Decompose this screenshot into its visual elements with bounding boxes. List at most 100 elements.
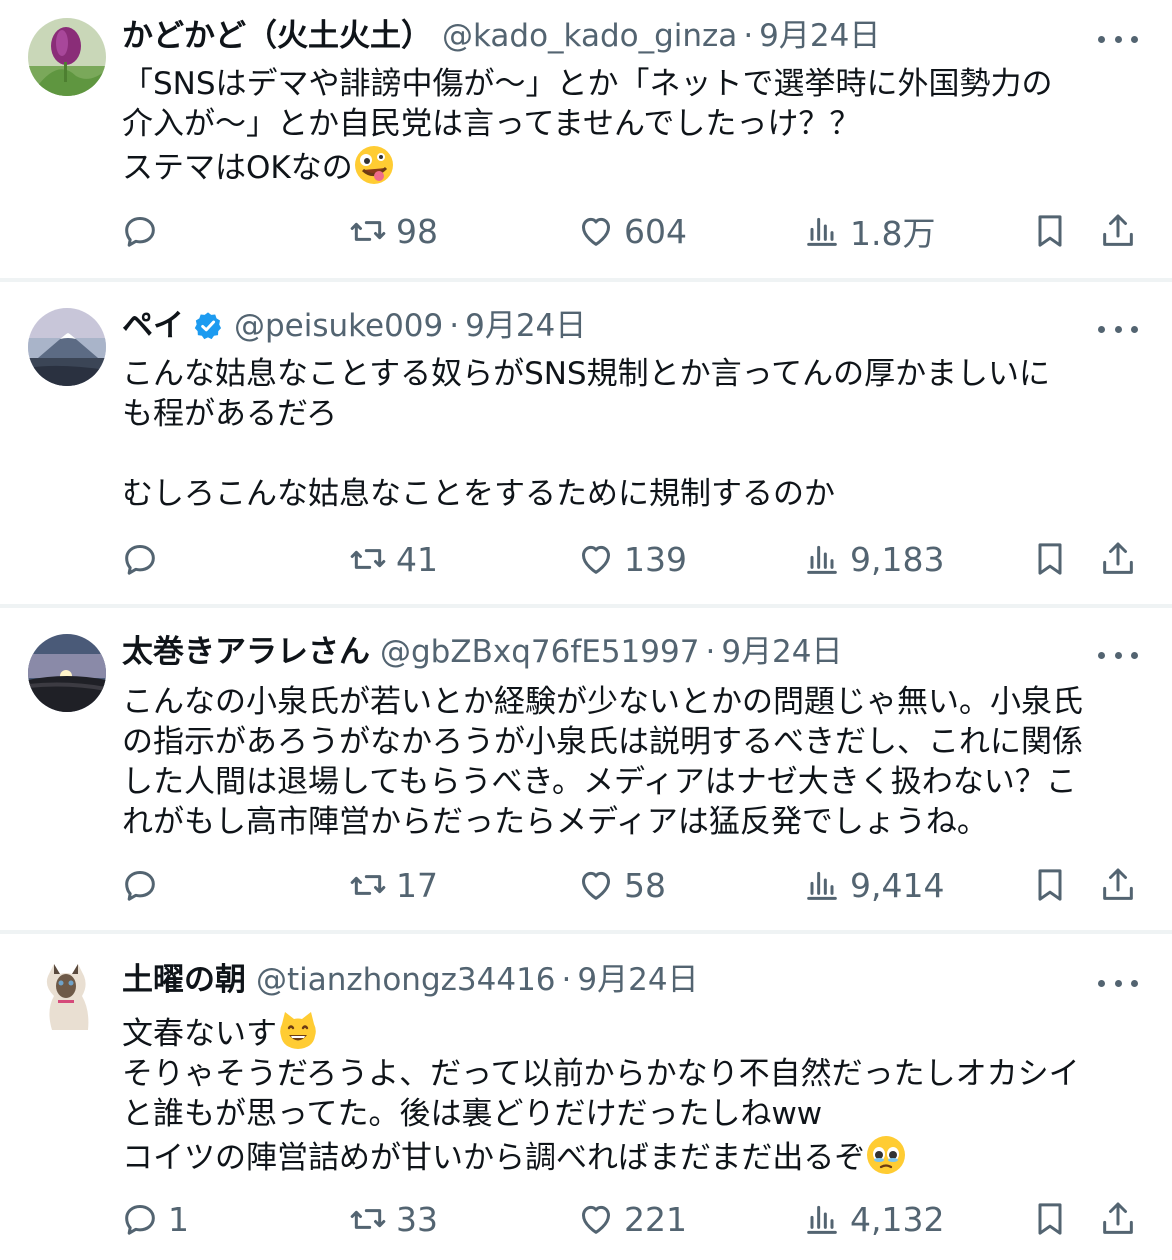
avatar-image [28,960,106,1038]
repost-count: 41 [396,539,438,579]
post-date[interactable]: 9月24日 [577,958,698,1002]
author-handle[interactable]: @kado_kado_ginza [442,14,737,58]
avatar[interactable] [28,308,106,386]
heart-icon [582,871,610,900]
reply-icon [125,545,155,575]
bookmark-icon [1038,215,1062,247]
share-icon [1103,868,1133,900]
analytics-icon [807,1205,837,1234]
avatar[interactable] [28,960,106,1038]
post-line-text: コイツの陣営詰めが甘いから調べればまだまだ出るぞ [122,1140,866,1176]
post[interactable]: ペイ @peisuke009 · 9月24日 こんな姑息なことする奴らがSNS規… [0,282,1172,608]
share-button[interactable] [1098,862,1138,908]
share-icon [1103,542,1133,574]
views-button[interactable]: 1.8万 [802,208,935,254]
avatar[interactable] [28,18,106,96]
post-line: コイツの陣営詰めが甘いから調べればまだまだ出るぞ [122,1134,1152,1178]
repost-button[interactable]: 33 [348,1196,438,1242]
views-button[interactable]: 9,183 [802,536,944,582]
analytics-icon [807,871,837,900]
reply-button[interactable]: 1 [120,1196,189,1242]
zany-face-emoji-icon [354,146,393,184]
post-date[interactable]: 9月24日 [759,14,880,58]
grinning-cat-emoji-icon [280,1012,316,1049]
reply-button[interactable] [120,536,168,582]
post-line: 文春ないす [122,1010,1152,1054]
post-line: の指示があろうがなかろうが小泉氏は説明するべきだし、これに関係 [122,724,1083,760]
post-line-text: 文春ないす [122,1016,277,1052]
bookmark-icon [1038,1203,1062,1235]
post-date[interactable]: 9月24日 [721,630,842,674]
repost-button[interactable]: 17 [348,862,438,908]
repost-count: 98 [396,211,438,251]
post[interactable]: 土曜の朝 @tianzhongz34416 · 9月24日 文春ないす そりゃそ… [0,934,1172,1260]
avatar[interactable] [28,634,106,712]
action-bar: 41 139 9,183 [0,536,1172,582]
bookmark-button[interactable] [1030,208,1070,254]
views-button[interactable]: 9,414 [802,862,944,908]
author-handle[interactable]: @peisuke009 [234,304,443,348]
author-handle[interactable]: @tianzhongz34416 [256,958,556,1002]
avatar-image [28,18,106,96]
post-date[interactable]: 9月24日 [465,304,586,348]
post-header: ペイ @peisuke009 · 9月24日 [122,304,1142,348]
post-line: れがもし高市陣営からだったらメディアは猛反発でしょうね。 [122,804,988,840]
separator-dot: · [743,18,754,54]
post-line [122,434,1152,474]
post-line: も程があるだろ [122,396,338,432]
more-options-icon[interactable] [1098,24,1138,54]
like-count: 58 [624,865,666,905]
view-count: 4,132 [850,1199,945,1239]
post-text: 文春ないす そりゃそうだろうよ、だって以前からかなり不自然だったしオカシイ と誰… [122,1010,1152,1178]
repost-button[interactable]: 41 [348,536,438,582]
action-bar: 1 33 221 4,132 [0,1196,1172,1242]
share-button[interactable] [1098,536,1138,582]
post-line: ステマはOKなの [122,144,1152,188]
share-icon [1103,1202,1133,1234]
more-options-icon[interactable] [1098,314,1138,344]
post-text: こんな姑息なことする奴らがSNS規制とか言ってんの厚かましいに も程があるだろ … [122,354,1152,514]
author-handle[interactable]: @gbZBxq76fE51997 [380,630,699,674]
post-header: かどかど（火土火土） @kado_kado_ginza · 9月24日 [122,14,1142,58]
view-count: 9,183 [850,539,945,579]
analytics-icon [807,217,837,246]
post-text: こんなの小泉氏が若いとか経験が少ないとかの問題じゃ無い。小泉氏 の指示があろうが… [122,682,1152,842]
post-line: こんな姑息なことする奴らがSNS規制とか言ってんの厚かましいに [122,356,1051,392]
author-name[interactable]: 土曜の朝 [122,958,246,1002]
more-options-icon[interactable] [1098,968,1138,998]
post[interactable]: 太巻きアラレさん @gbZBxq76fE51997 · 9月24日 こんなの小泉… [0,608,1172,934]
reply-button[interactable] [120,208,168,254]
like-count: 221 [624,1199,687,1239]
reply-count: 1 [168,1199,189,1239]
action-bar: 98 604 1.8万 [0,208,1172,254]
share-button[interactable] [1098,1196,1138,1242]
verified-badge-icon[interactable] [192,310,224,342]
author-name[interactable]: ペイ [122,304,184,348]
reply-button[interactable] [120,862,168,908]
separator-dot: · [449,308,460,344]
bookmark-button[interactable] [1030,1196,1070,1242]
holding-back-tears-emoji-icon [867,1136,906,1174]
post-line: した人間は退場してもらうべき。メディアはナゼ大きく扱わない？こ [122,764,1077,800]
author-name[interactable]: かどかど（火土火土） [122,14,432,58]
like-button[interactable]: 604 [576,208,687,254]
post-header: 太巻きアラレさん @gbZBxq76fE51997 · 9月24日 [122,630,1142,674]
post[interactable]: かどかど（火土火土） @kado_kado_ginza · 9月24日 「SNS… [0,0,1172,282]
like-button[interactable]: 221 [576,1196,687,1242]
repost-icon [350,875,386,895]
post-line: そりゃそうだろうよ、だって以前からかなり不自然だったしオカシイ [122,1056,1080,1092]
repost-button[interactable]: 98 [348,208,438,254]
like-button[interactable]: 58 [576,862,666,908]
like-count: 604 [624,211,687,251]
share-button[interactable] [1098,208,1138,254]
views-button[interactable]: 4,132 [802,1196,944,1242]
more-options-icon[interactable] [1098,640,1138,670]
bookmark-button[interactable] [1030,862,1070,908]
view-count: 1.8万 [850,214,936,253]
heart-icon [582,545,610,574]
bookmark-button[interactable] [1030,536,1070,582]
reply-icon [125,1205,155,1235]
post-line: 「SNSはデマや誹謗中傷が〜」とか「ネットで選挙時に外国勢力の [122,66,1053,102]
author-name[interactable]: 太巻きアラレさん [122,630,370,674]
like-button[interactable]: 139 [576,536,687,582]
